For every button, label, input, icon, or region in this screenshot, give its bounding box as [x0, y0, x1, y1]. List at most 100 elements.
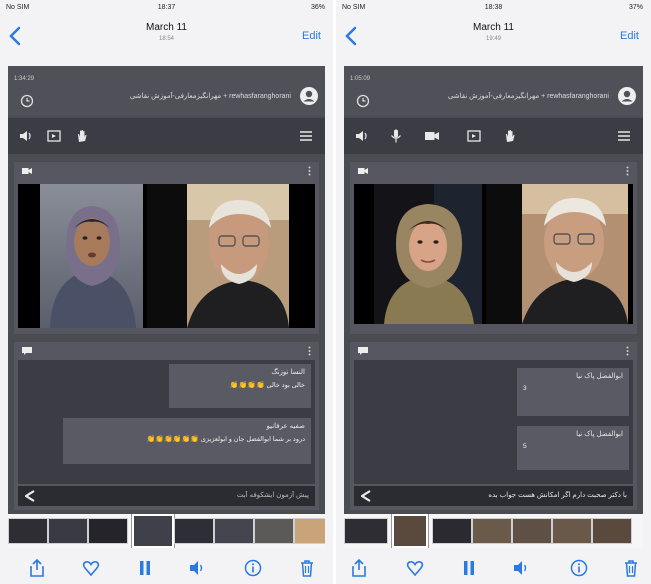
nav-title: March 11 [146, 22, 187, 33]
send-arrow-icon[interactable] [24, 490, 38, 502]
video-camera-icon [22, 168, 32, 174]
filmstrip-selected-frame[interactable] [392, 514, 428, 548]
hand-icon[interactable] [502, 128, 518, 144]
filmstrip-thumbnail[interactable] [512, 518, 552, 544]
message-sender: النسا نوزنگ [271, 369, 305, 376]
chat-input-bar: با دکتر صحبت دارم اگر امکانش هست جواب بد… [354, 486, 633, 506]
nav-bar: March 11 18:54 Edit [0, 16, 333, 60]
chat-message: ابوالفضل پاک نیا 5 [517, 426, 629, 470]
clock-icon [20, 94, 34, 108]
panel-options-icon[interactable] [308, 166, 311, 176]
message-sender: ابوالفضل پاک نیا [576, 431, 623, 438]
participant-video-feed [147, 184, 289, 328]
chat-bubble-icon [358, 347, 368, 355]
edit-button[interactable]: Edit [302, 30, 321, 42]
screen-share-icon[interactable] [466, 128, 482, 144]
filmstrip-thumbnail[interactable] [48, 518, 88, 544]
message-emoji: 👏👏👏👏 [229, 382, 266, 389]
bottom-toolbar [0, 554, 333, 584]
send-arrow-icon[interactable] [360, 490, 374, 502]
heart-icon[interactable] [406, 558, 424, 578]
status-time: 18:38 [484, 4, 503, 11]
filmstrip-thumbnail[interactable] [174, 518, 214, 544]
filmstrip-thumbnail[interactable] [552, 518, 592, 544]
participant-video-tile[interactable] [40, 184, 143, 328]
meeting-toolbar [344, 118, 643, 154]
share-icon[interactable] [350, 558, 368, 578]
video-panel [350, 162, 637, 334]
user-icon[interactable] [299, 86, 319, 106]
user-icon[interactable] [617, 86, 637, 106]
battery-label: 36% [310, 4, 325, 11]
status-bar: No SIM 18:37 36% [0, 0, 333, 16]
participant-video-feed [374, 184, 482, 324]
hand-icon[interactable] [74, 128, 90, 144]
participant-video-tile[interactable] [374, 184, 482, 324]
filmstrip-thumbnail[interactable] [472, 518, 512, 544]
info-icon[interactable] [570, 558, 588, 578]
nav-subtitle: 19:49 [485, 36, 501, 42]
nav-title: March 11 [473, 22, 514, 33]
timeline-filmstrip[interactable] [344, 514, 643, 548]
info-icon[interactable] [244, 558, 262, 578]
camera-icon[interactable] [424, 128, 440, 144]
nav-subtitle: 18:54 [158, 36, 174, 42]
menu-icon[interactable] [299, 130, 313, 142]
message-body: 👏👏👏👏 خالی بود خالی [175, 381, 305, 389]
filmstrip-thumbnail[interactable] [214, 518, 254, 544]
chat-input[interactable]: با دکتر صحبت دارم اگر امکانش هست جواب بد… [378, 491, 627, 499]
microphone-icon[interactable] [388, 128, 404, 144]
chat-message: صفیه عرفانیو 👏👏👏👏👏👏 درود بر شما ابوالفضل… [63, 418, 311, 464]
message-emoji: 👏👏👏👏👏👏 [146, 436, 200, 443]
volume-icon[interactable] [188, 558, 206, 578]
status-bar: No SIM 18:38 37% [336, 0, 651, 16]
trash-icon[interactable] [622, 558, 640, 578]
chat-input[interactable]: پیش آزمون ایشکوفه آبت [42, 491, 309, 499]
screen-share-icon[interactable] [46, 128, 62, 144]
timeline-filmstrip[interactable] [8, 514, 325, 548]
recording-time: 1:34:29 [14, 76, 35, 82]
panel-options-icon[interactable] [626, 166, 629, 176]
message-sender: صفیه عرفانیو [266, 423, 306, 430]
heart-icon[interactable] [82, 558, 100, 578]
filmstrip-thumbnail[interactable] [432, 518, 472, 544]
right-screenshot: No SIM 18:38 37% March 11 19:49 Edit 1:0… [336, 0, 651, 584]
chat-panel: النسا نوزنگ 👏👏👏👏 خالی بود خالی صفیه عرفا… [14, 342, 319, 510]
filmstrip-thumbnail[interactable] [592, 518, 632, 544]
speaker-icon[interactable] [354, 128, 370, 144]
chat-message: النسا نوزنگ 👏👏👏👏 خالی بود خالی [169, 364, 311, 408]
recording-header: 1:34:29 مهرانگیزمعارفی-آموزش نقاشی + rew… [8, 66, 325, 116]
status-time: 18:37 [157, 4, 176, 11]
message-text: خالی بود خالی [266, 382, 305, 389]
participant-video-tile[interactable] [147, 184, 289, 328]
filmstrip-thumbnail[interactable] [344, 518, 388, 544]
filmstrip-selected-frame[interactable] [132, 514, 174, 548]
panel-header [14, 162, 319, 180]
left-screenshot: No SIM 18:37 36% March 11 18:54 Edit 1:3… [0, 0, 333, 584]
filmstrip-thumbnail[interactable] [294, 518, 325, 544]
panel-options-icon[interactable] [308, 346, 311, 356]
menu-icon[interactable] [617, 130, 631, 142]
recording-time: 1:05:09 [350, 76, 371, 82]
edit-button[interactable]: Edit [620, 30, 639, 42]
volume-icon[interactable] [512, 558, 530, 578]
message-text: درود بر شما ابوالفضل جان و ابولعزیزی [200, 436, 305, 443]
pause-icon[interactable] [136, 558, 154, 578]
participant-video-tile[interactable] [486, 184, 628, 324]
message-sender: ابوالفضل پاک نیا [576, 373, 623, 380]
meeting-toolbar [8, 118, 325, 154]
video-grid [18, 184, 315, 328]
message-body: 👏👏👏👏👏👏 درود بر شما ابوالفضل جان و ابولعز… [69, 435, 305, 443]
share-icon[interactable] [28, 558, 46, 578]
filmstrip-thumbnail[interactable] [88, 518, 128, 544]
participant-video-feed [486, 184, 628, 324]
participant-video-feed [40, 184, 143, 328]
filmstrip-thumbnail[interactable] [8, 518, 48, 544]
trash-icon[interactable] [298, 558, 316, 578]
panel-options-icon[interactable] [626, 346, 629, 356]
pause-icon[interactable] [460, 558, 478, 578]
filmstrip-thumbnail[interactable] [254, 518, 294, 544]
speaker-icon[interactable] [18, 128, 34, 144]
clock-icon [356, 94, 370, 108]
panel-header [350, 342, 637, 360]
